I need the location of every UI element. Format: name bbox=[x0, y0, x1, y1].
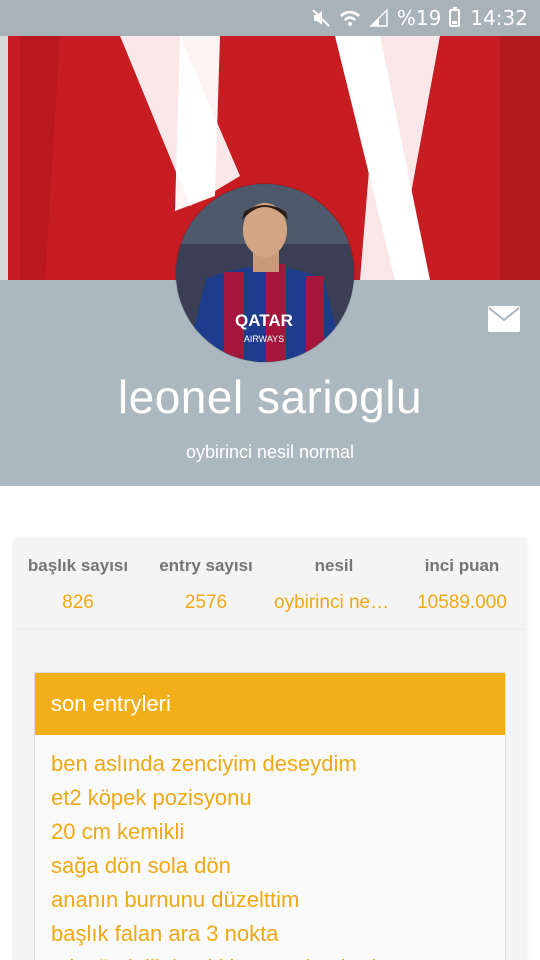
stat-value: 10589.000 bbox=[417, 592, 507, 613]
stat-titles[interactable]: başlık sayısı 826 bbox=[14, 538, 142, 630]
stat-points[interactable]: inci puan 10589.000 bbox=[398, 538, 526, 630]
svg-text:AIRWAYS: AIRWAYS bbox=[244, 334, 284, 344]
entry-link[interactable]: ben aslında zenciyim deseydim bbox=[35, 747, 505, 781]
stat-value: 826 bbox=[62, 592, 94, 613]
stats-card: başlık sayısı 826 entry sayısı 2576 nesi… bbox=[14, 538, 526, 630]
recent-entries-section: son entryleri ben aslında zenciyim desey… bbox=[34, 672, 506, 960]
battery-icon bbox=[449, 7, 461, 27]
wifi-icon bbox=[339, 8, 361, 28]
stat-label: başlık sayısı bbox=[27, 556, 129, 575]
battery-text: %19 bbox=[396, 6, 442, 30]
content-card: son entryleri ben aslında zenciyim desey… bbox=[14, 630, 526, 960]
entry-link[interactable]: 20 cm kemikli bbox=[35, 815, 505, 849]
entry-link[interactable]: sağa dön sola dön bbox=[35, 849, 505, 883]
clock: 14:32 bbox=[470, 6, 528, 30]
svg-text:QATAR: QATAR bbox=[235, 311, 293, 330]
section-title: son entryleri bbox=[35, 673, 505, 735]
stat-entries[interactable]: entry sayısı 2576 bbox=[142, 538, 270, 630]
entry-link[interactable]: et2 köpek pozisyonu bbox=[35, 781, 505, 815]
stat-label: entry sayısı bbox=[159, 556, 253, 575]
generation-text: oybirinci nesil normal bbox=[185, 442, 355, 462]
signal-icon bbox=[369, 8, 389, 28]
entry-link[interactable]: başlık falan ara 3 nokta bbox=[35, 917, 505, 951]
entry-list: ben aslında zenciyim deseydim et2 köpek … bbox=[35, 735, 505, 960]
mail-icon[interactable] bbox=[488, 306, 520, 332]
avatar[interactable]: QATAR AIRWAYS bbox=[176, 184, 354, 362]
stat-value: 2576 bbox=[184, 592, 228, 613]
mute-icon bbox=[311, 8, 331, 28]
username: leonel sarioglu bbox=[117, 371, 423, 423]
status-bar: %19 14:32 bbox=[0, 0, 540, 36]
stat-label: inci puan bbox=[424, 556, 500, 575]
stat-value: oybirinci nesi... bbox=[274, 592, 398, 613]
stat-label: nesil bbox=[314, 556, 354, 575]
entry-link[interactable]: tek cümlelik başlıklar trende girmis bbox=[35, 951, 505, 960]
entry-link[interactable]: ananın burnunu düzelttim bbox=[35, 883, 505, 917]
stat-generation[interactable]: nesil oybirinci nesi... bbox=[270, 538, 398, 630]
